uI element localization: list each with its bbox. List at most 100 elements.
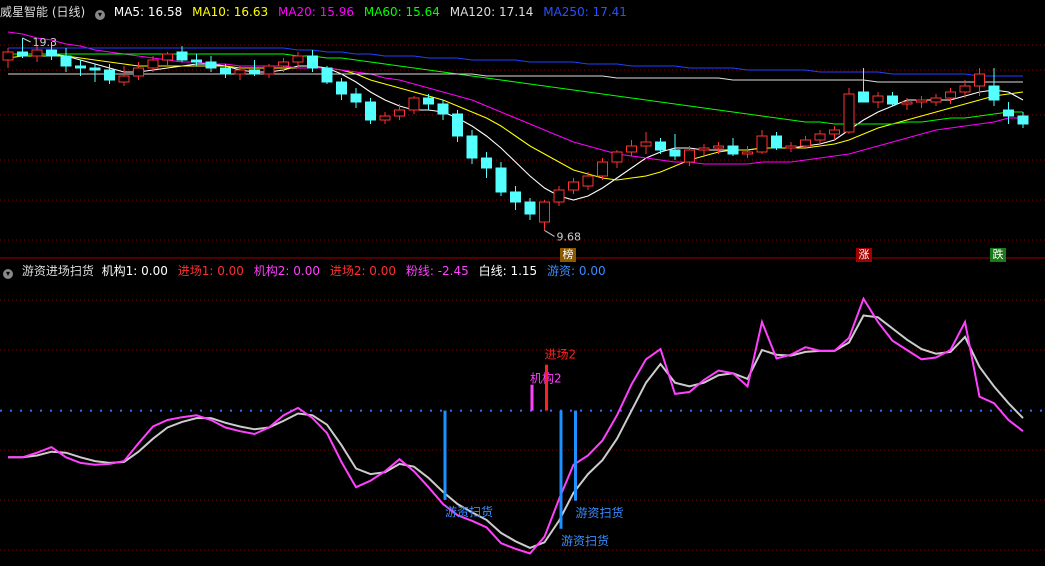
badge-die: 跌 [990, 248, 1006, 262]
main-chart-title: 威星智能 (日线) [0, 5, 86, 19]
candle-body [553, 189, 565, 203]
low-price-label: 9.68 [557, 230, 582, 243]
candle-body [698, 147, 710, 151]
candle-body [858, 91, 869, 103]
candle-body [17, 51, 28, 57]
candle-body [524, 201, 536, 215]
candle-body [423, 97, 434, 105]
candle-body [974, 73, 985, 87]
ma-line-ma60 [8, 53, 1023, 125]
candle-body [220, 67, 231, 75]
candle-body [104, 69, 115, 81]
legend-ma10: MA10: 16.63 [192, 5, 269, 19]
candle-body [669, 149, 681, 157]
legend-ma250: MA250: 17.41 [543, 5, 627, 19]
candle-body [481, 157, 492, 169]
candle-body [727, 145, 739, 155]
candle-body [394, 109, 405, 117]
candle-body [2, 51, 14, 61]
sub-legend: ▾ 游资进场扫货 机构1: 0.00 进场1: 0.00 机构2: 0.00 进… [0, 262, 612, 280]
candle-body [597, 161, 608, 177]
high-price-label: 19.3 [33, 36, 58, 49]
candle-body [756, 135, 768, 153]
ma-line-ma120 [8, 73, 1023, 83]
legend-ma60: MA60: 15.64 [363, 5, 440, 19]
sub-line-pink [8, 296, 1024, 555]
candle-body [147, 59, 159, 69]
candle-body [162, 53, 173, 61]
candle-body [568, 181, 579, 191]
candle-body [611, 151, 623, 163]
candle-body [785, 145, 797, 149]
candle-body [800, 139, 811, 147]
candle-body [191, 59, 202, 63]
candle-body [655, 141, 666, 151]
candle-body [1017, 115, 1029, 125]
candle-body [626, 145, 637, 153]
badge-bang: 榜 [560, 248, 576, 262]
candle-body [437, 103, 449, 115]
candle-body [452, 113, 463, 137]
candle-body [118, 75, 130, 83]
candle-body [292, 55, 304, 63]
candle-body [843, 93, 855, 133]
candle-body [930, 97, 942, 103]
candle-body [46, 49, 57, 57]
badge-zhang: 涨 [856, 248, 872, 262]
legend-youzi: 游资: 0.00 [547, 264, 606, 278]
legend-ma20: MA20: 15.96 [277, 5, 355, 19]
candle-body [945, 91, 956, 99]
candle-body [60, 55, 72, 67]
youzi-signal-label: 游资扫货 [561, 533, 609, 548]
candle-body [263, 65, 275, 75]
legend-jigou1: 机构1: 0.00 [101, 264, 168, 278]
ma-line-ma20 [7, 31, 1023, 165]
candle-body [684, 149, 695, 163]
candle-body [336, 81, 347, 95]
candle-body [466, 135, 478, 159]
dropdown-icon[interactable]: ▾ [3, 269, 13, 279]
candle-body [234, 69, 246, 75]
legend-jinchang1: 进场1: 0.00 [177, 264, 244, 278]
legend-ma5: MA5: 16.58 [113, 5, 183, 19]
candle-body [640, 141, 652, 147]
main-legend: 威星智能 (日线) ▾ MA5: 16.58 MA10: 16.63 MA20:… [0, 3, 633, 21]
candle-body [205, 61, 217, 69]
candle-body [713, 145, 724, 149]
sub-chart-title: 游资进场扫货 [21, 264, 94, 278]
candle-body [771, 135, 782, 149]
youzi-signal-label: 游资扫货 [576, 505, 624, 520]
candle-body [582, 175, 594, 187]
chart-canvas: 19.39.68游资扫货游资扫货游资扫货机构2进场2 [0, 31, 1045, 555]
legend-baixian: 白线: 1.15 [478, 264, 538, 278]
candle-body [872, 95, 884, 103]
legend-ma120: MA120: 17.14 [449, 5, 534, 19]
low-marker-line [544, 229, 555, 237]
legend-fenxian: 粉线: -2.45 [405, 264, 469, 278]
candle-body [89, 67, 101, 71]
candle-body [814, 133, 826, 141]
dropdown-icon[interactable]: ▾ [95, 10, 106, 20]
candle-body [1003, 109, 1014, 117]
jinchang2-label: 进场2 [545, 348, 577, 362]
candle-body [75, 65, 86, 69]
candle-body [408, 97, 420, 111]
candle-body [350, 93, 362, 103]
candle-body [176, 51, 188, 61]
candle-body [31, 49, 43, 57]
candle-body [249, 69, 260, 75]
legend-jinchang2: 进场2: 0.00 [329, 264, 397, 278]
candle-body [307, 55, 318, 69]
candle-body [887, 95, 898, 105]
candle-body [510, 191, 521, 203]
candle-body [988, 85, 1000, 101]
candle-body [742, 151, 753, 155]
candle-body [901, 101, 913, 105]
candle-body [959, 85, 971, 93]
candle-body [495, 167, 507, 193]
high-marker-line [22, 37, 31, 43]
candle-body [539, 201, 550, 223]
candle-body [278, 61, 289, 67]
youzi-signal-label: 游资扫货 [445, 504, 493, 519]
candle-body [829, 129, 840, 135]
